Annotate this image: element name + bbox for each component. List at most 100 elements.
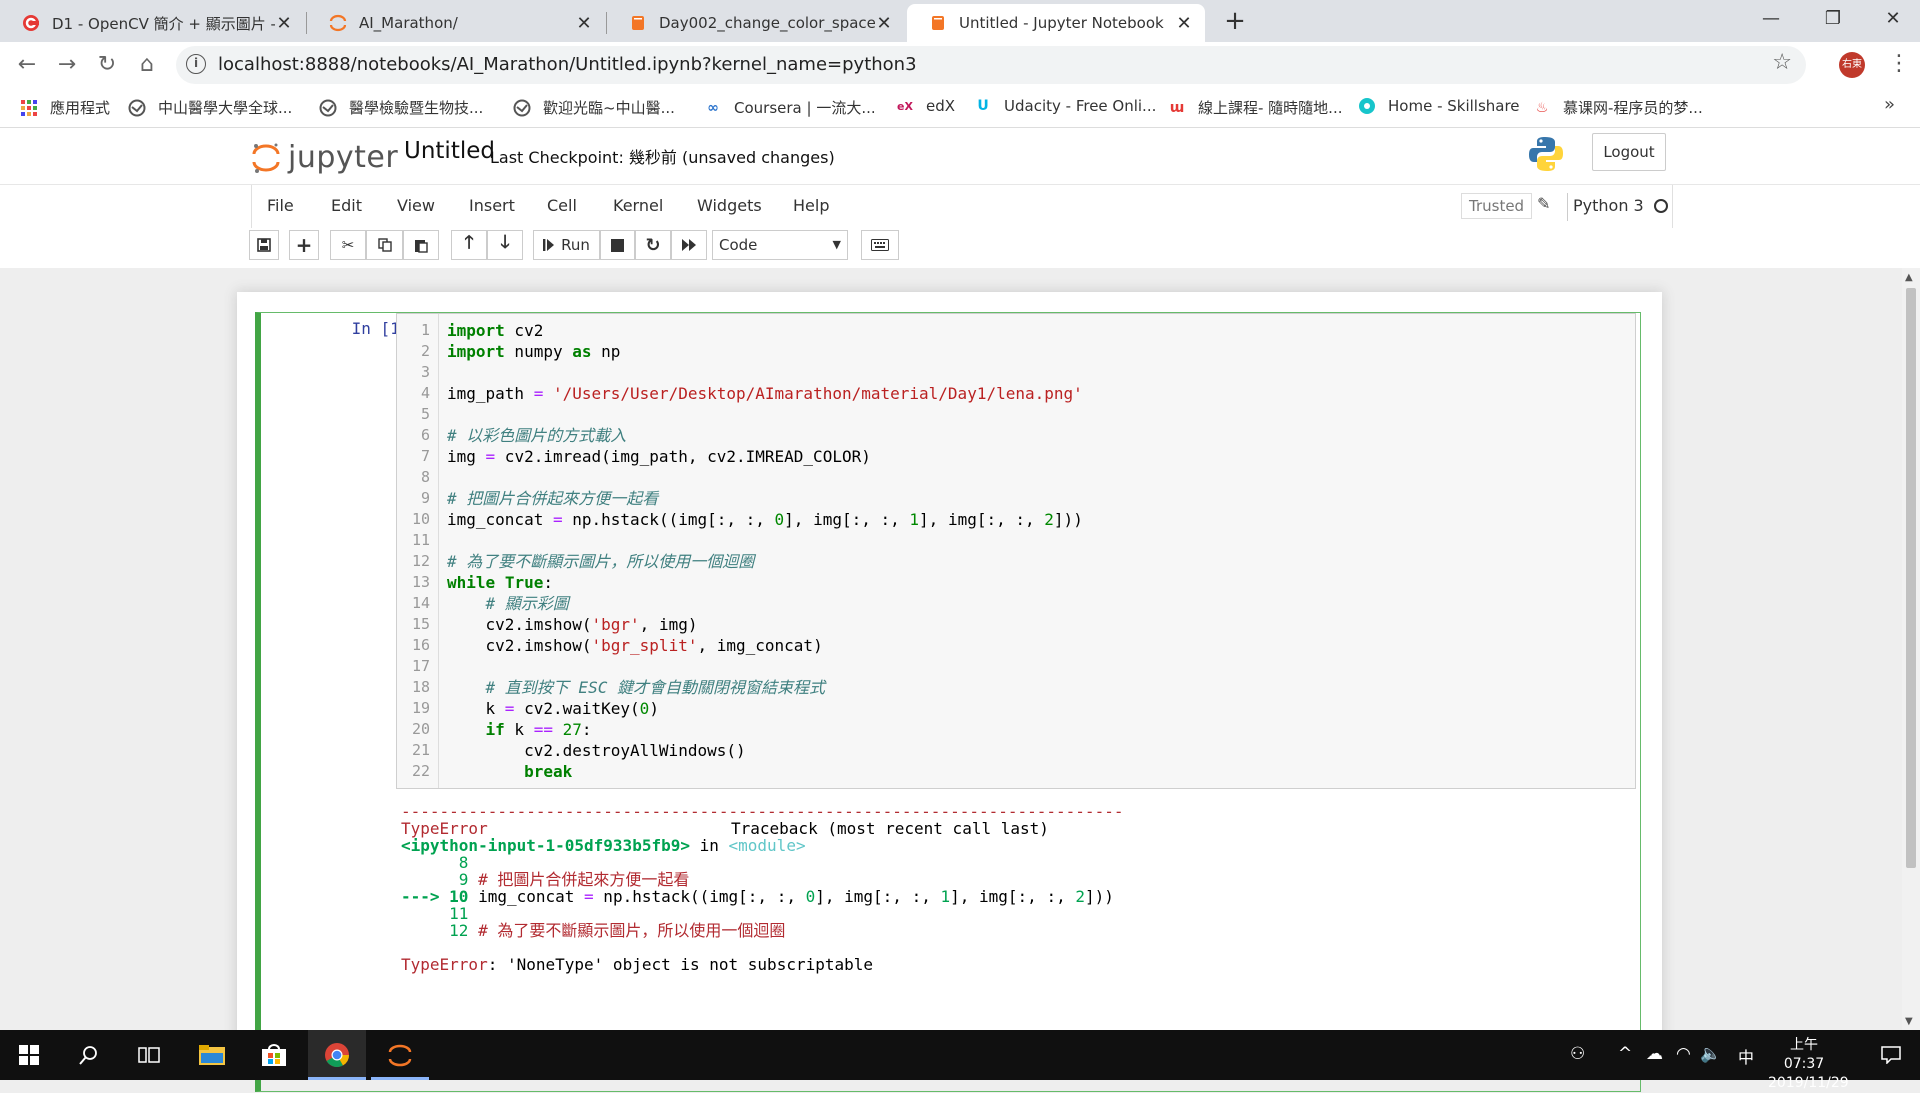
file-explorer-icon[interactable] xyxy=(183,1030,241,1080)
scroll-up-icon[interactable]: ▲ xyxy=(1905,272,1913,283)
windows-start-icon[interactable] xyxy=(0,1030,58,1080)
code-cell[interactable]: In [1]: 1 2 3 4 5 6 7 8 9 10 11 12 13 14 xyxy=(255,312,1641,1092)
copy-button[interactable] xyxy=(366,230,403,260)
line-number: 15 xyxy=(411,615,430,633)
cut-button[interactable]: ✂ xyxy=(330,230,366,260)
browser-tab-opencv[interactable]: D1 - OpenCV 簡介 + 顯示圖片 - ✕ xyxy=(0,4,305,42)
move-down-button[interactable]: 🡓 xyxy=(487,230,523,260)
bookmark-item[interactable]: ∞ Coursera | 一流大... xyxy=(704,97,875,118)
code-editor[interactable]: 1 2 3 4 5 6 7 8 9 10 11 12 13 14 15 16 1 xyxy=(396,313,1636,789)
scrollbar-thumb[interactable] xyxy=(1906,288,1916,868)
back-arrow-icon[interactable]: ← xyxy=(12,50,42,80)
code-token: 2 xyxy=(1044,510,1054,529)
people-icon[interactable]: ⚇ xyxy=(1570,1044,1585,1064)
bookmark-item[interactable]: ♨ 慕课网-程序员的梦... xyxy=(1533,97,1703,118)
code-token: ], img[:, :, xyxy=(950,887,1076,906)
jupyter-logo[interactable]: jupyter xyxy=(252,140,398,175)
site-info-icon[interactable]: i xyxy=(186,54,206,74)
bookmarks-bar: 應用程式 中山醫學大學全球... 醫學檢驗暨生物技... 歡迎光臨~中山醫...… xyxy=(0,88,1920,128)
bookmark-item[interactable]: Home - Skillshare xyxy=(1358,97,1520,115)
browser-tab-untitled[interactable]: Untitled - Jupyter Notebook ✕ xyxy=(907,4,1205,42)
trusted-indicator[interactable]: Trusted xyxy=(1461,193,1533,219)
action-center-icon[interactable] xyxy=(1862,1030,1920,1080)
store-icon[interactable] xyxy=(245,1030,303,1080)
browser-menu-icon[interactable]: ⋮ xyxy=(1888,50,1910,78)
command-palette-button[interactable] xyxy=(861,230,899,260)
run-button[interactable]: Run xyxy=(533,230,600,260)
task-view-icon[interactable] xyxy=(120,1030,178,1080)
close-icon[interactable]: ✕ xyxy=(875,13,893,34)
jupyter-taskbar-icon[interactable] xyxy=(371,1030,429,1080)
code-token: = xyxy=(552,510,563,529)
close-icon[interactable]: ✕ xyxy=(1175,13,1193,34)
save-button[interactable] xyxy=(249,230,279,260)
code-token: : xyxy=(581,720,592,739)
bookmark-item[interactable]: 醫學檢驗暨生物技... xyxy=(319,97,483,118)
line-number: 20 xyxy=(411,720,430,738)
address-bar[interactable]: i localhost:8888/notebooks/AI_Marathon/U… xyxy=(176,46,1806,84)
copy-icon xyxy=(377,238,392,252)
line-number: 22 xyxy=(411,762,430,780)
url-text[interactable]: localhost:8888/notebooks/AI_Marathon/Unt… xyxy=(218,54,917,75)
bookmark-apps[interactable]: 應用程式 xyxy=(20,97,110,118)
restore-button[interactable]: ❐ xyxy=(1810,4,1856,34)
notebook-name[interactable]: Untitled xyxy=(404,138,495,164)
taskbar-clock[interactable]: 上午 07:37 2019/11/29 xyxy=(1768,1036,1849,1093)
fast-forward-icon xyxy=(682,239,696,251)
profile-avatar[interactable]: 右東 xyxy=(1839,52,1865,78)
scroll-down-icon[interactable]: ▼ xyxy=(1905,1016,1913,1027)
line-number: 16 xyxy=(411,636,430,654)
onedrive-cloud-icon[interactable]: ☁ xyxy=(1646,1044,1663,1064)
window-close-button[interactable]: ✕ xyxy=(1870,4,1916,34)
line-number: 1 xyxy=(420,321,430,339)
close-icon[interactable]: ✕ xyxy=(275,13,293,34)
volume-icon[interactable]: 🔈 xyxy=(1700,1044,1721,1064)
code-line: # 直到按下 ESC 鍵才會自動關閉視窗結束程式 xyxy=(447,678,825,697)
search-icon[interactable] xyxy=(60,1030,118,1080)
menu-view[interactable]: View xyxy=(397,196,435,215)
browser-tab-ai-marathon[interactable]: AI_Marathon/ ✕ xyxy=(307,4,605,42)
browser-tab-day002[interactable]: Day002_change_color_space - ✕ xyxy=(607,4,905,42)
jupyter-toolbar: + ✂ 🡑 🡓 Run ↻ Code ▼ xyxy=(0,228,1920,268)
menu-kernel[interactable]: Kernel xyxy=(613,196,663,215)
pencil-icon[interactable]: ✎ xyxy=(1537,194,1550,213)
bookmark-item[interactable]: 中山醫學大學全球... xyxy=(128,97,292,118)
chevron-up-icon[interactable]: ^ xyxy=(1618,1044,1632,1064)
restart-run-all-button[interactable] xyxy=(671,230,707,260)
page-scrollbar[interactable]: ▲ ▼ xyxy=(1902,268,1920,1030)
logout-button[interactable]: Logout xyxy=(1592,133,1666,171)
cell-type-select[interactable]: Code ▼ xyxy=(712,230,848,260)
insert-cell-button[interactable]: + xyxy=(289,230,319,260)
minimize-button[interactable]: — xyxy=(1748,4,1794,34)
forward-arrow-icon[interactable]: → xyxy=(52,50,82,80)
bookmark-item[interactable]: eX edX xyxy=(896,97,955,115)
move-up-button[interactable]: 🡑 xyxy=(451,230,487,260)
home-icon[interactable]: ⌂ xyxy=(132,50,162,80)
interrupt-button[interactable] xyxy=(600,230,635,260)
bookmark-star-icon[interactable]: ☆ xyxy=(1772,50,1792,75)
wifi-icon[interactable]: ◠ xyxy=(1676,1044,1691,1064)
cell-type-value: Code xyxy=(719,236,758,254)
restart-button[interactable]: ↻ xyxy=(635,230,671,260)
chrome-icon[interactable] xyxy=(308,1030,366,1080)
code-token: img_concat xyxy=(447,510,553,529)
paste-button[interactable] xyxy=(403,230,439,260)
ime-indicator[interactable]: 中 xyxy=(1738,1044,1754,1068)
bookmark-item[interactable]: 歡迎光臨~中山醫... xyxy=(513,97,675,118)
kernel-name[interactable]: Python 3 xyxy=(1573,196,1644,215)
close-icon[interactable]: ✕ xyxy=(575,13,593,34)
code-token: if xyxy=(447,720,505,739)
python-logo-icon xyxy=(1528,136,1564,176)
menu-insert[interactable]: Insert xyxy=(469,196,515,215)
new-tab-button[interactable]: + xyxy=(1220,6,1250,36)
menu-edit[interactable]: Edit xyxy=(331,196,362,215)
reload-icon[interactable]: ↻ xyxy=(92,50,122,80)
bookmark-item[interactable]: U Udacity - Free Onli... xyxy=(974,97,1156,115)
code-line: cv2.imshow('bgr_split', img_concat) xyxy=(447,635,823,656)
menu-help[interactable]: Help xyxy=(793,196,829,215)
more-bookmarks-icon[interactable]: » xyxy=(1884,94,1895,115)
menu-cell[interactable]: Cell xyxy=(547,196,577,215)
menu-widgets[interactable]: Widgets xyxy=(697,196,762,215)
bookmark-item[interactable]: ɯ 線上課程- 隨時隨地... xyxy=(1168,97,1343,118)
menu-file[interactable]: File xyxy=(267,196,294,215)
